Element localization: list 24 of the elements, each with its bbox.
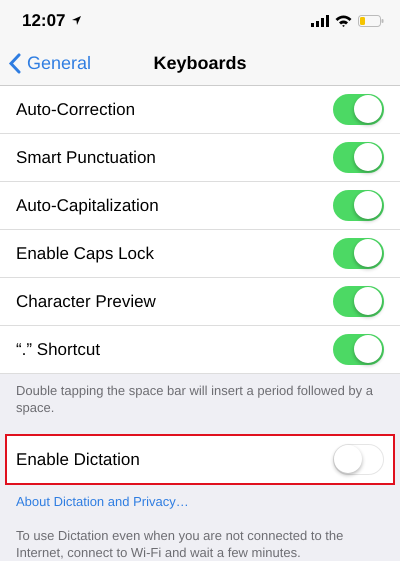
signal-icon xyxy=(311,14,329,27)
toggle-switch[interactable] xyxy=(333,190,384,222)
wifi-icon xyxy=(335,14,352,27)
setting-label: Smart Punctuation xyxy=(16,148,156,168)
dictation-note: To use Dictation even when you are not connected to the Internet, connect to Wi-Fi and wait a few minutes. xyxy=(15,527,344,561)
status-time: 12:07 xyxy=(22,10,66,31)
page-title: Keyboards xyxy=(153,52,247,74)
setting-label: “.” Shortcut xyxy=(16,340,100,360)
toggle-switch[interactable] xyxy=(333,334,384,366)
setting-label: Enable Dictation xyxy=(16,450,140,470)
setting-label: Enable Caps Lock xyxy=(16,244,154,264)
toggle-switch[interactable] xyxy=(333,94,384,126)
setting-label: Auto-Capitalization xyxy=(16,196,159,216)
back-button[interactable]: General xyxy=(0,52,92,74)
privacy-link[interactable]: About Dictation and Privacy… xyxy=(0,484,400,509)
battery-icon xyxy=(358,14,384,27)
toggle-switch[interactable] xyxy=(333,142,384,174)
setting-label: Character Preview xyxy=(16,292,156,312)
group-footer: Double tapping the space bar will insert a period followed by a space. xyxy=(0,374,400,421)
setting-label: Auto-Correction xyxy=(16,100,136,120)
chevron-left-icon xyxy=(8,52,21,74)
toggle-switch[interactable] xyxy=(333,286,384,318)
toggle-switch[interactable] xyxy=(333,238,384,270)
location-arrow-icon xyxy=(71,15,82,26)
